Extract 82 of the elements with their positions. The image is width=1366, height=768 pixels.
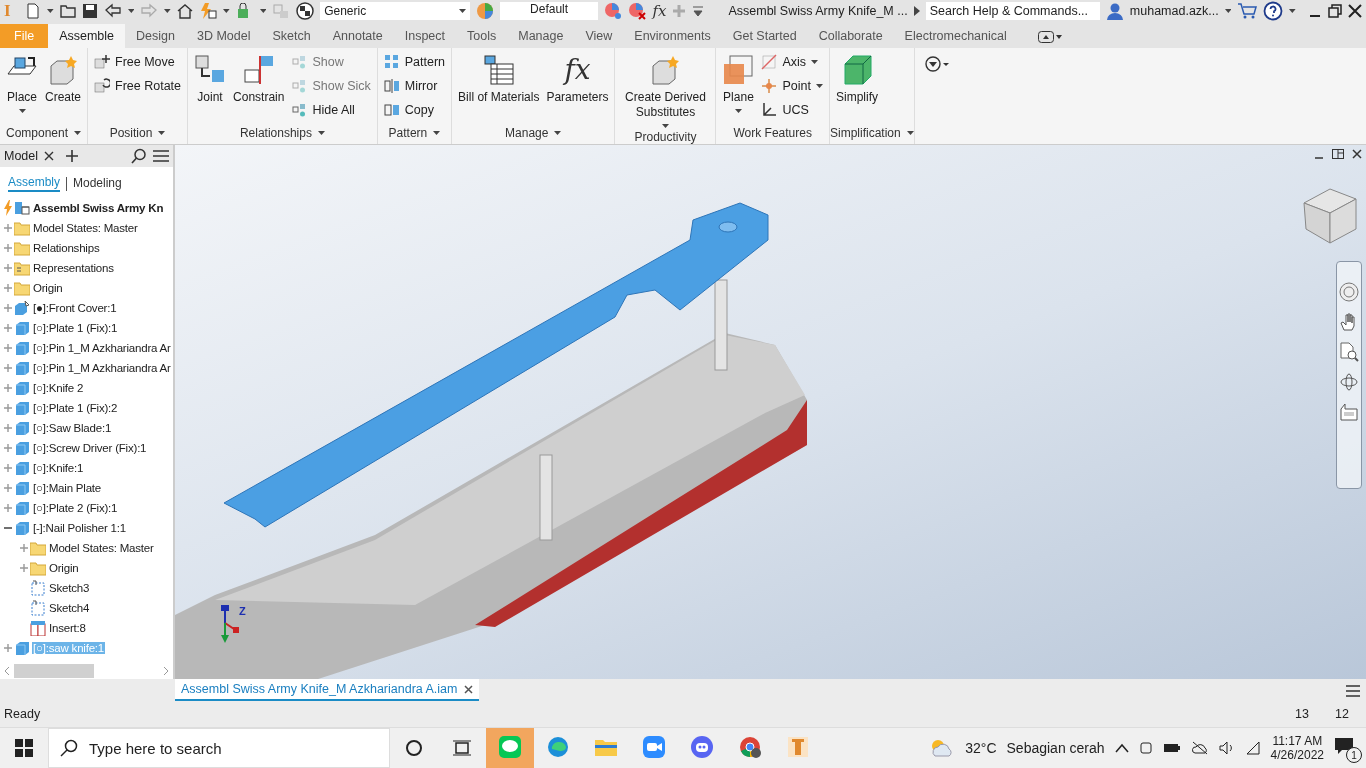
tree-item[interactable]: Model States: Master <box>48 542 155 554</box>
panel-title[interactable]: Pattern <box>377 122 452 144</box>
tree-item[interactable]: [○]:Knife:1 <box>32 462 85 474</box>
tree-item[interactable]: Origin <box>48 562 80 574</box>
notification-count: 1 <box>1346 747 1362 763</box>
tree-item[interactable]: [○]:Plate 1 (Fix):2 <box>32 402 119 414</box>
tree-item[interactable]: [●]:Front Cover:1 <box>32 302 118 314</box>
ribbon-tool-button[interactable]: Copy <box>381 100 448 120</box>
panel-title[interactable]: Position <box>88 122 188 144</box>
tree-item[interactable]: Representations <box>32 262 115 274</box>
tree-item[interactable]: Model States: Master <box>32 222 139 234</box>
ribbon-tab[interactable]: Sketch <box>261 24 322 48</box>
function-icon[interactable]: fx <box>652 2 667 20</box>
ribbon-tab[interactable]: Environments <box>623 24 722 48</box>
window-title: Assembl Swiss Army Knife_M ... <box>728 4 908 18</box>
ribbon-tool-button[interactable]: UCS <box>759 100 825 120</box>
ribbon-tool-button[interactable]: Mirror <box>381 76 448 96</box>
ribbon-tool-button[interactable]: Bill of Materials <box>456 52 542 122</box>
tree-item[interactable]: Relationships <box>32 242 101 254</box>
panel-title[interactable]: Manage <box>452 122 615 144</box>
tree-item[interactable]: Assembl Swiss Army Kn <box>32 202 165 214</box>
ribbon-tool-button[interactable]: Create Derived Substitutes <box>619 52 712 130</box>
status-text: Ready <box>4 707 41 721</box>
tree-item[interactable]: Origin <box>32 282 64 294</box>
tree-item[interactable]: [○]:Saw Blade:1 <box>32 422 113 434</box>
panel-title[interactable]: Simplification <box>829 122 914 144</box>
ribbon-tool-button[interactable]: Place <box>4 52 40 122</box>
ribbon-tool-button[interactable]: Free Rotate <box>92 76 184 96</box>
ribbon-tab[interactable]: Collaborate <box>807 24 894 48</box>
ribbon-tool-button[interactable]: Axis <box>759 52 825 72</box>
user-menu[interactable]: muhamad.azk... <box>1129 4 1219 18</box>
ribbon-tab[interactable]: Electromechanical <box>893 24 1018 48</box>
ribbon-tool-button[interactable]: Hide All <box>289 100 373 120</box>
tree-item[interactable]: Sketch3 <box>48 582 91 594</box>
panel-title[interactable]: Relationships <box>188 122 377 144</box>
document-tab[interactable]: Assembl Swiss Army Knife_M Azkhariandra A.iam <box>175 679 479 701</box>
ribbon-tool-button[interactable]: Free Move <box>92 52 184 72</box>
panel-title: Productivity <box>633 130 698 144</box>
axis-label: Z <box>239 605 246 617</box>
ribbon-tab[interactable]: Inspect <box>393 24 457 48</box>
browser-view-tab[interactable]: Assembly <box>8 175 60 192</box>
ribbon-tab[interactable]: Annotate <box>321 24 394 48</box>
ribbon-tool-button[interactable]: fx Parameters <box>544 52 611 122</box>
weather-text[interactable]: Sebagian cerah <box>1006 740 1105 756</box>
ribbon-tab[interactable]: 3D Model <box>185 24 262 48</box>
status-count: 13 <box>1294 707 1310 721</box>
clock[interactable]: 11:17 AM 4/26/2022 <box>1270 734 1324 762</box>
3d-viewport[interactable]: Z <box>175 145 1366 679</box>
browser-tab[interactable]: Model <box>4 149 39 163</box>
browser-view-tab[interactable]: Modeling <box>73 176 122 191</box>
tree-item[interactable]: Sketch4 <box>48 602 91 614</box>
ribbon-tool-button[interactable]: Plane <box>720 52 757 122</box>
status-count: 12 <box>1334 707 1350 721</box>
tree-item[interactable]: [○]:Pin 1_M Azkhariandra Ar <box>32 362 172 374</box>
ribbon-tab[interactable]: Manage <box>507 24 575 48</box>
ribbon-tab[interactable]: Assemble <box>48 24 126 48</box>
ribbon-tab[interactable]: View <box>574 24 624 48</box>
ribbon-tool-button[interactable]: Constrain <box>231 52 287 122</box>
taskbar-search-field[interactable]: Type here to search <box>48 728 390 768</box>
tree-item[interactable]: [○]:Main Plate <box>32 482 103 494</box>
ribbon-tab[interactable]: Design <box>125 24 186 48</box>
ribbon-tool-button[interactable]: Pattern <box>381 52 448 72</box>
help-search-field[interactable]: Search Help & Commands... <box>925 2 1100 20</box>
temperature[interactable]: 32°C <box>965 740 997 756</box>
ribbon-tool-button[interactable]: Simplify <box>833 52 880 122</box>
tree-item[interactable]: [○]:Pin 1_M Azkhariandra Ar <box>32 342 172 354</box>
ribbon-tool-button[interactable]: Joint <box>192 52 229 122</box>
ribbon-tab[interactable]: Tools <box>456 24 508 48</box>
function-icon: fx <box>564 54 591 86</box>
ribbon-tool-button[interactable]: Point <box>759 76 825 96</box>
tree-item[interactable]: [○]:Plate 1 (Fix):1 <box>32 322 119 334</box>
material-dropdown[interactable]: Generic <box>320 2 470 20</box>
tree-item[interactable]: [-]:Nail Polisher 1:1 <box>32 522 127 534</box>
panel-title[interactable]: Component <box>0 122 88 144</box>
appearance-dropdown[interactable]: Default <box>499 2 599 20</box>
tree-item[interactable]: [○]:Screw Driver (Fix):1 <box>32 442 148 454</box>
tree-item[interactable]: [○]:Knife 2 <box>32 382 85 394</box>
ribbon-tool-button[interactable]: Create <box>43 52 84 122</box>
ribbon-tab[interactable]: Get Started <box>721 24 808 48</box>
tree-item[interactable]: [○]:Plate 2 (Fix):1 <box>32 502 119 514</box>
panel-title: Work Features <box>732 125 813 142</box>
tree-item[interactable]: Insert:8 <box>48 622 87 634</box>
